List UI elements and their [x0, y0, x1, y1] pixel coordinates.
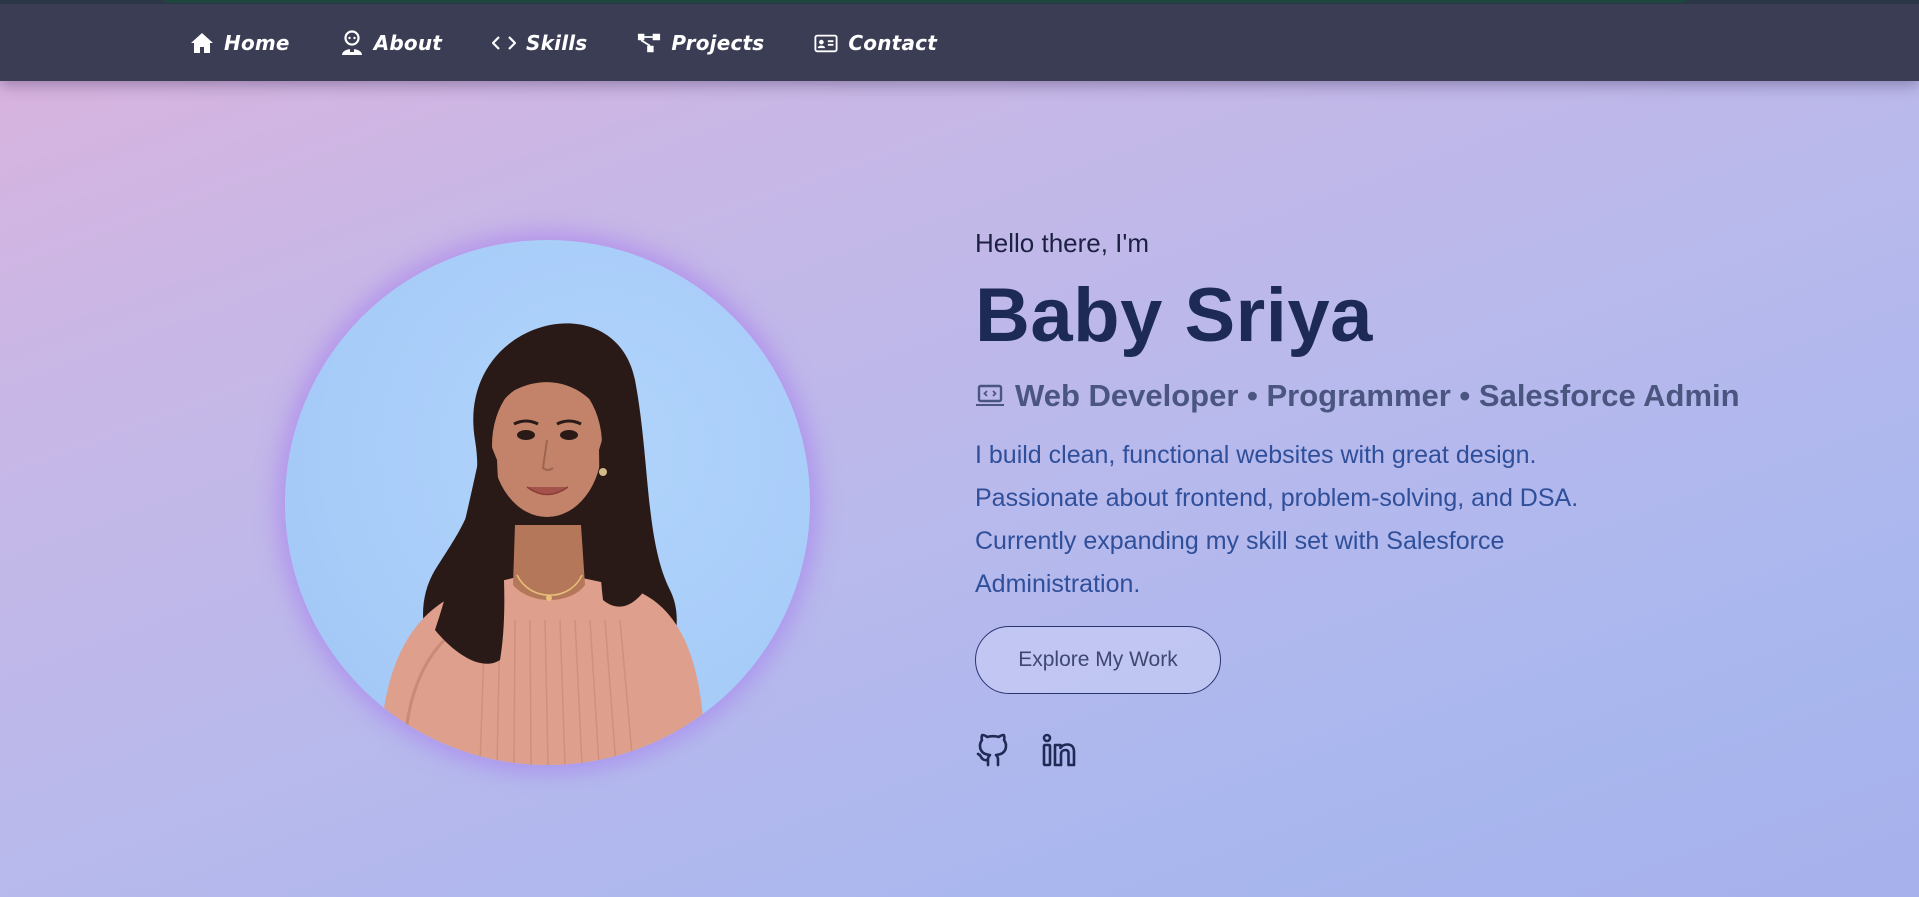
bio-line: I build clean, functional websites with … — [975, 441, 1537, 469]
nav-item-about[interactable]: About — [340, 29, 443, 55]
nav-item-label: About — [373, 30, 443, 55]
nav-item-projects[interactable]: Projects — [637, 31, 764, 55]
hero-intro: Hello there, I'm Baby Sriya Web Develope… — [975, 228, 1875, 768]
top-navbar: Home About Skills Projects Contact — [0, 4, 1919, 81]
laptop-code-icon — [975, 384, 1005, 408]
social-links — [975, 732, 1875, 768]
github-icon[interactable] — [975, 732, 1011, 768]
contact-card-icon — [814, 31, 838, 55]
linkedin-icon[interactable] — [1041, 732, 1077, 768]
code-icon — [492, 31, 517, 55]
nav-item-label: Home — [224, 30, 290, 55]
nav-item-contact[interactable]: Contact — [814, 31, 937, 55]
bio: I build clean, functional websites with … — [975, 434, 1875, 606]
profile-photo — [285, 240, 810, 765]
nav-item-label: Skills — [526, 30, 588, 55]
home-icon — [190, 31, 214, 55]
bio-line: Passionate about frontend, problem-solvi… — [975, 484, 1579, 512]
nav-item-label: Projects — [671, 30, 765, 55]
greeting-text: Hello there, I'm — [975, 228, 1150, 258]
diagram-icon — [637, 31, 661, 55]
bio-line: Administration. — [975, 570, 1141, 598]
nav-item-skills[interactable]: Skills — [492, 31, 587, 55]
role-text: Web Developer • Programmer • Salesforce … — [1015, 378, 1740, 413]
bio-line: Currently expanding my skill set with Sa… — [975, 527, 1505, 555]
role-line: Web Developer • Programmer • Salesforce … — [975, 376, 1875, 416]
explore-work-button[interactable]: Explore My Work — [975, 626, 1221, 694]
nav-items: Home About Skills Projects Contact — [190, 4, 987, 81]
nav-item-label: Contact — [848, 30, 937, 55]
hero-name: Baby Sriya — [975, 273, 1373, 358]
nav-item-home[interactable]: Home — [190, 31, 290, 55]
user-icon — [340, 29, 364, 55]
